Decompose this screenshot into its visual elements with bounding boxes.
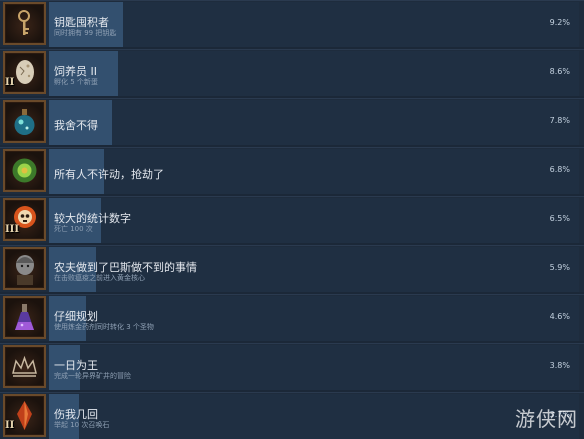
key-icon [3,2,46,45]
achievement-row[interactable]: 一日为王 完成一轮异界矿井的冒险 3.8% [0,343,584,390]
achievement-row[interactable]: 所有人不许动，抢劫了 6.8% [0,147,584,194]
achievement-title: 我舍不得 [54,119,98,132]
crown-icon [3,345,46,388]
tier-badge: II [5,77,15,88]
tier-badge: III [5,224,20,235]
achievement-desc: 举起 10 次召唤石 [54,421,110,429]
achievement-percent: 5.9% [549,263,570,272]
achievement-percent: 6.5% [549,214,570,223]
achievement-desc: 孵化 5 个新蛋 [54,78,98,86]
progress-track [49,51,579,96]
achievement-desc: 死亡 100 次 [54,225,93,233]
achievement-desc: 使用炼金药剂同时转化 3 个圣物 [54,323,154,331]
skull-icon: III [3,198,46,241]
achievement-row[interactable]: 我舍不得 7.8% [0,98,584,145]
progress-track [49,2,579,47]
achievement-row[interactable]: 仔细规划 使用炼金药剂同时转化 3 个圣物 4.6% [0,294,584,341]
achievement-percent: 3.8% [549,361,570,370]
achievement-desc: 同时拥有 99 把钥匙 [54,29,117,37]
achievement-row[interactable]: 钥匙囤积者 同时拥有 99 把钥匙 9.2% [0,0,584,47]
achievement-list: 钥匙囤积者 同时拥有 99 把钥匙 9.2% II 饲养员 II 孵化 5 个新… [0,0,584,439]
achievement-percent: 7.8% [549,116,570,125]
farmer-icon [3,247,46,290]
achievement-percent: 6.8% [549,165,570,174]
progress-track [49,345,579,390]
achievement-percent: 9.2% [549,18,570,27]
achievement-row[interactable]: 农夫做到了巴斯做不到的事情 在击败瘟疫之前进入黄金核心 5.9% [0,245,584,292]
watermark: 游侠网 [515,407,578,431]
achievement-row[interactable]: III 较大的统计数字 死亡 100 次 6.5% [0,196,584,243]
progress-track [49,296,579,341]
tier-badge: II [5,420,15,431]
achievement-row[interactable]: II 伤我几回 举起 10 次召唤石 3.7% [0,392,584,439]
progress-track [49,100,579,145]
achievement-title: 所有人不许动，抢劫了 [54,168,164,181]
crystal-icon: II [3,394,46,437]
potion-icon [3,100,46,143]
achievement-desc: 完成一轮异界矿井的冒险 [54,372,131,380]
achievement-row[interactable]: II 饲养员 II 孵化 5 个新蛋 8.6% [0,49,584,96]
flask-icon [3,296,46,339]
achievement-percent: 4.6% [549,312,570,321]
progress-track [49,394,579,439]
achievement-percent: 8.6% [549,67,570,76]
achievement-desc: 在击败瘟疫之前进入黄金核心 [54,274,145,282]
egg-icon: II [3,51,46,94]
orb-icon [3,149,46,192]
